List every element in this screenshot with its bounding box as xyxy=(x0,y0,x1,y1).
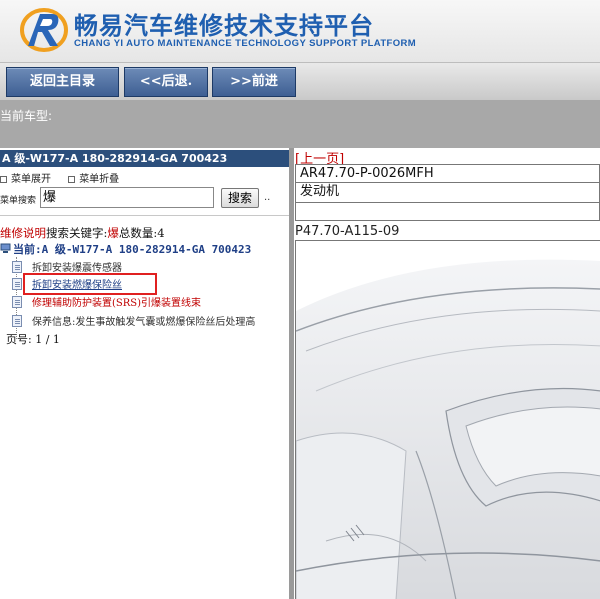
current-node[interactable]: 当前:A 级-W177-A 180-282914-GA 700423 xyxy=(0,241,251,257)
doc-title: 发动机 xyxy=(296,183,600,203)
search-label: 菜单搜索 xyxy=(0,196,37,206)
current-node-label: 当前:A 级-W177-A 180-282914-GA 700423 xyxy=(13,243,252,256)
search-result-summary: 维修说明搜索关键字:爆总数量:4 xyxy=(0,225,165,241)
menu-collapse-link[interactable]: 菜单折叠 xyxy=(79,174,119,185)
document-icon xyxy=(12,261,22,273)
result-count-label: 总数量: xyxy=(118,226,158,240)
tree-item-label: 修理辅助防护装置(SRS)引爆装置线束 xyxy=(32,298,202,309)
doc-blank-row xyxy=(296,203,600,221)
tree-item[interactable]: 保养信息:发生事故触发气囊或燃爆保险丝后处理高 xyxy=(12,313,255,329)
figure-image xyxy=(295,240,600,599)
back-button[interactable]: <<后退. xyxy=(124,67,208,97)
current-model-band: 当前车型: xyxy=(0,100,600,148)
home-button[interactable]: 返回主目录 xyxy=(6,67,119,97)
nav-bar: 返回主目录 <<后退. >>前进 xyxy=(0,62,600,100)
computer-icon xyxy=(0,243,11,253)
left-panel: A 级-W177-A 180-282914-GA 700423 菜单展开 菜单折… xyxy=(0,148,289,599)
tree-item-label: 保养信息:发生事故触发气囊或燃爆保险丝后处理高 xyxy=(32,317,256,328)
search-button[interactable]: 搜索 xyxy=(221,188,259,208)
menu-collapse-checkbox[interactable] xyxy=(68,176,76,183)
forward-button[interactable]: >>前进 xyxy=(212,67,296,97)
search-more: .. xyxy=(264,192,271,203)
app-subtitle: CHANG YI AUTO MAINTENANCE TECHNOLOGY SUP… xyxy=(74,38,417,49)
search-input[interactable]: 爆 xyxy=(40,187,214,208)
tree-item[interactable]: 修理辅助防护装置(SRS)引爆装置线束 xyxy=(12,294,201,310)
app-title: 畅易汽车维修技术支持平台 xyxy=(74,12,374,40)
vehicle-header: A 级-W177-A 180-282914-GA 700423 xyxy=(0,150,289,167)
pagination: 页号: 1 / 1 xyxy=(6,331,60,347)
result-keyword: 爆 xyxy=(107,226,119,240)
app-header: 畅易汽车维修技术支持平台 CHANG YI AUTO MAINTENANCE T… xyxy=(0,0,600,62)
figure-code: P47.70-A115-09 xyxy=(295,224,400,239)
document-icon xyxy=(12,315,22,327)
divider xyxy=(0,215,289,216)
logo-icon xyxy=(20,8,68,52)
page-value[interactable]: 1 / 1 xyxy=(35,333,60,346)
document-icon xyxy=(12,278,22,290)
highlight-box xyxy=(23,273,157,295)
car-hood-illustration xyxy=(296,259,600,599)
doc-code: AR47.70-P-0026MFH xyxy=(296,165,600,183)
document-icon xyxy=(12,296,22,308)
current-model-label: 当前车型: xyxy=(0,109,53,123)
result-keyword-label: 搜索关键字: xyxy=(46,226,108,240)
menu-expand-checkbox[interactable] xyxy=(0,176,7,183)
right-panel: [上一页] AR47.70-P-0026MFH 发动机 P47.70-A115-… xyxy=(294,148,600,599)
result-count: 4 xyxy=(157,226,165,240)
menu-controls: 菜单展开 菜单折叠 xyxy=(0,170,133,185)
document-info-table: AR47.70-P-0026MFH 发动机 xyxy=(295,164,600,221)
result-category: 维修说明 xyxy=(0,226,46,240)
menu-expand-link[interactable]: 菜单展开 xyxy=(11,174,51,185)
page-label: 页号: xyxy=(6,333,32,346)
